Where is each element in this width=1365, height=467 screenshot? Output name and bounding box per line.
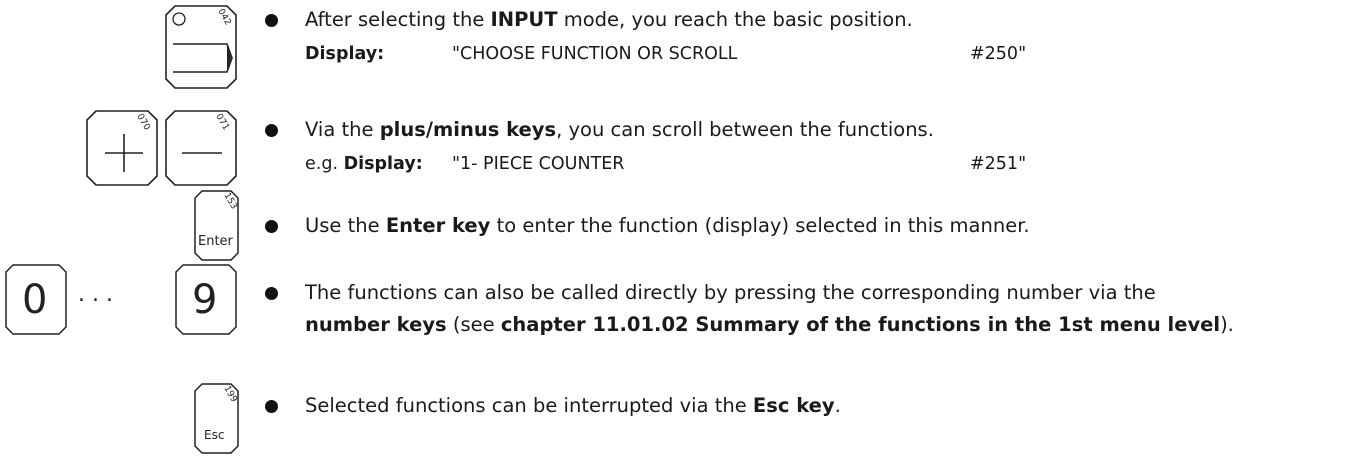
item-1-display-label: Display: — [305, 44, 385, 64]
enter-key-label: Enter — [198, 234, 233, 249]
item-2-text: Via the plus/minus keys, you can scroll … — [305, 118, 934, 141]
item-1-text: After selecting the INPUT mode, you reac… — [305, 8, 913, 31]
item-1-display-text: "CHOOSE FUNCTION OR SCROLL — [452, 44, 738, 64]
item-4-text-line-2: number keys (see chapter 11.01.02 Summar… — [305, 313, 1234, 336]
bullet-icon — [265, 220, 278, 233]
item-2-display-code: #251" — [970, 154, 1027, 174]
bullet-icon — [265, 287, 278, 300]
enter-key[interactable]: 153 Enter — [194, 190, 239, 261]
item-5-text: Selected functions can be interrupted vi… — [305, 394, 841, 417]
bullet-icon — [265, 14, 278, 27]
item-2-display-text: "1- PIECE COUNTER — [452, 154, 625, 174]
item-4-text-line-1: The functions can also be called directl… — [305, 281, 1156, 304]
digit-key-9[interactable]: 9 — [175, 264, 237, 335]
bullet-icon — [265, 400, 278, 413]
item-1-display-code: #250" — [970, 44, 1027, 64]
digit-key-0[interactable]: 0 — [5, 264, 67, 335]
digit-0-label: 0 — [22, 277, 48, 323]
chapter-link[interactable]: chapter 11.01.02 Summary of the function… — [501, 313, 1220, 336]
item-2-display-prefix: e.g. Display: — [305, 154, 423, 174]
plus-key[interactable]: 070 — [86, 110, 158, 186]
minus-key[interactable]: 071 — [165, 110, 237, 186]
input-key[interactable]: 042 — [165, 5, 237, 89]
digit-9-label: 9 — [192, 277, 218, 323]
bullet-icon — [265, 124, 278, 137]
digit-range-dots: ... — [78, 282, 120, 307]
esc-key[interactable]: 199 Esc — [194, 383, 239, 454]
esc-key-label: Esc — [204, 428, 225, 442]
item-3-text: Use the Enter key to enter the function … — [305, 214, 1030, 237]
